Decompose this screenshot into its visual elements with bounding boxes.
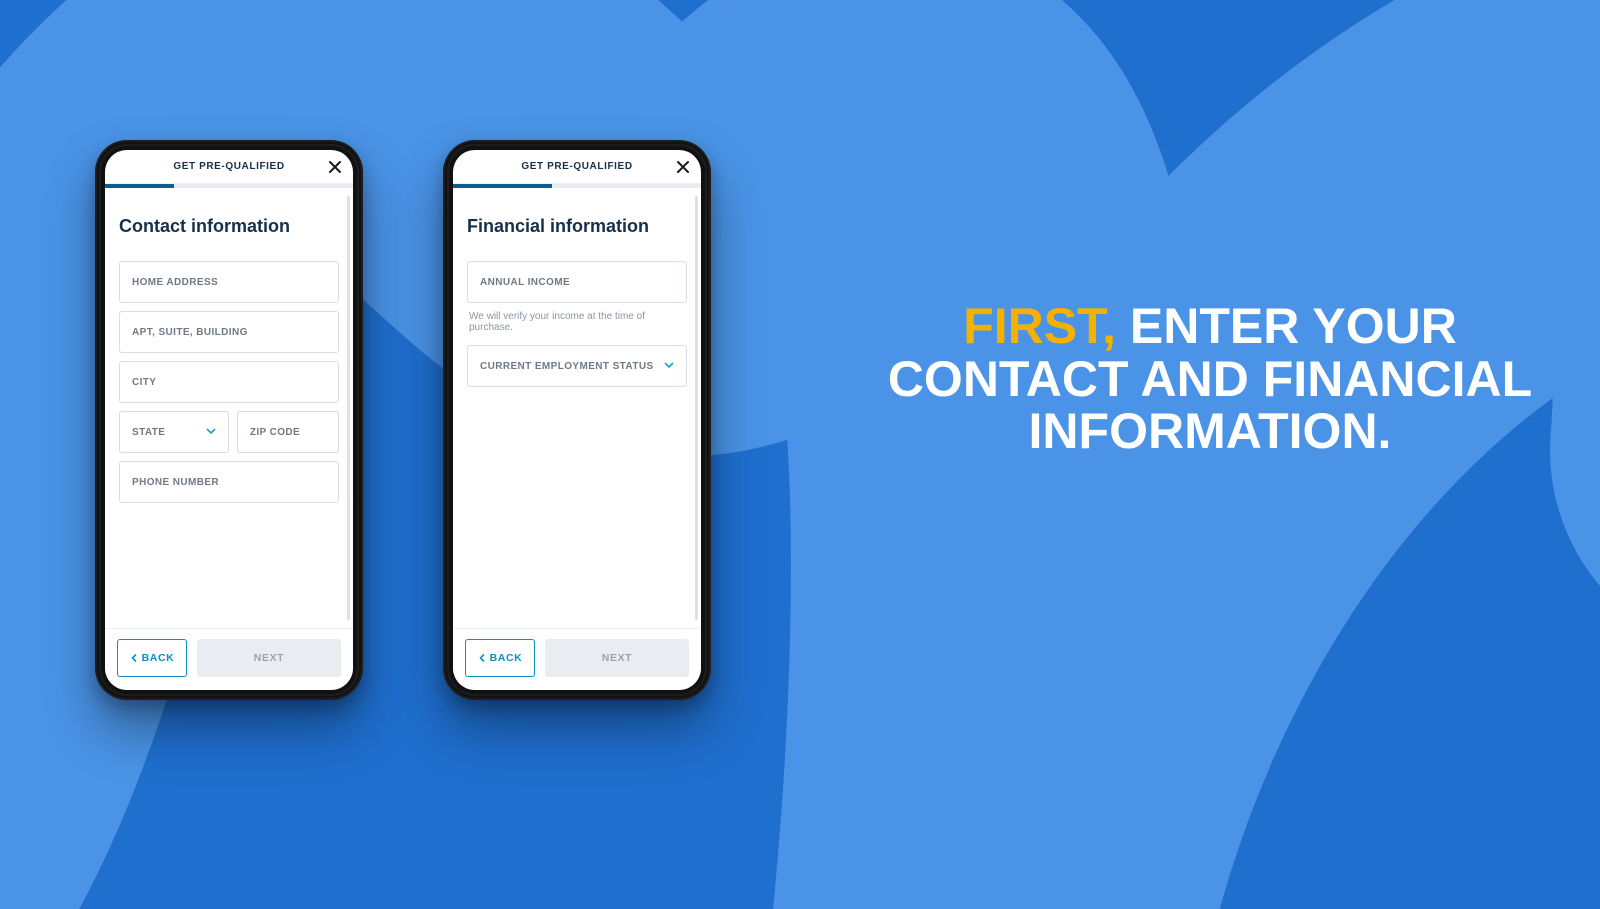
next-button[interactable]: NEXT [545,639,689,677]
scrollbar[interactable] [347,196,350,620]
phone-screen-contact: GET PRE-QUALIFIED Contact information HO… [105,150,353,690]
field-label: HOME ADDRESS [132,277,218,288]
phone-number-field[interactable]: PHONE NUMBER [119,461,339,503]
back-label: BACK [490,652,523,664]
annual-income-field[interactable]: ANNUAL INCOME [467,261,687,303]
screen-body: Financial information ANNUAL INCOME We w… [453,188,701,628]
app-header: GET PRE-QUALIFIED [105,150,353,184]
field-label: PHONE NUMBER [132,477,219,488]
chevron-down-icon [664,357,674,375]
city-field[interactable]: CITY [119,361,339,403]
section-title: Financial information [467,216,687,237]
phone-device-financial: GET PRE-QUALIFIED Financial information … [443,140,711,700]
field-label: CITY [132,377,156,388]
promo-headline: FIRST, ENTER YOUR CONTACT AND FINANCIAL … [870,300,1550,458]
stage: GET PRE-QUALIFIED Contact information HO… [0,0,1600,909]
back-button[interactable]: BACK [465,639,535,677]
chevron-down-icon [206,423,216,441]
back-button[interactable]: BACK [117,639,187,677]
scrollbar[interactable] [695,196,698,620]
phone-screen-financial: GET PRE-QUALIFIED Financial information … [453,150,701,690]
screen-body: Contact information HOME ADDRESS APT, SU… [105,188,353,628]
footer: BACK NEXT [105,628,353,690]
app-header-title: GET PRE-QUALIFIED [521,161,632,172]
employment-status-select[interactable]: CURRENT EMPLOYMENT STATUS [467,345,687,387]
phone-device-contact: GET PRE-QUALIFIED Contact information HO… [95,140,363,700]
close-icon[interactable] [327,159,343,175]
section-title: Contact information [119,216,339,237]
state-select[interactable]: STATE [119,411,229,453]
close-icon[interactable] [675,159,691,175]
field-label: CURRENT EMPLOYMENT STATUS [480,361,654,372]
back-label: BACK [142,652,175,664]
helper-text: We will verify your income at the time o… [469,311,685,333]
next-button[interactable]: NEXT [197,639,341,677]
chevron-left-icon [478,654,486,662]
field-label: STATE [132,427,165,438]
home-address-field[interactable]: HOME ADDRESS [119,261,339,303]
field-label: APT, SUITE, BUILDING [132,327,248,338]
field-label: ZIP CODE [250,427,300,438]
next-label: NEXT [602,652,632,664]
headline-accent: FIRST, [963,298,1116,354]
chevron-left-icon [130,654,138,662]
field-label: ANNUAL INCOME [480,277,570,288]
next-label: NEXT [254,652,284,664]
app-header: GET PRE-QUALIFIED [453,150,701,184]
footer: BACK NEXT [453,628,701,690]
apt-suite-field[interactable]: APT, SUITE, BUILDING [119,311,339,353]
zip-code-field[interactable]: ZIP CODE [237,411,339,453]
app-header-title: GET PRE-QUALIFIED [173,161,284,172]
